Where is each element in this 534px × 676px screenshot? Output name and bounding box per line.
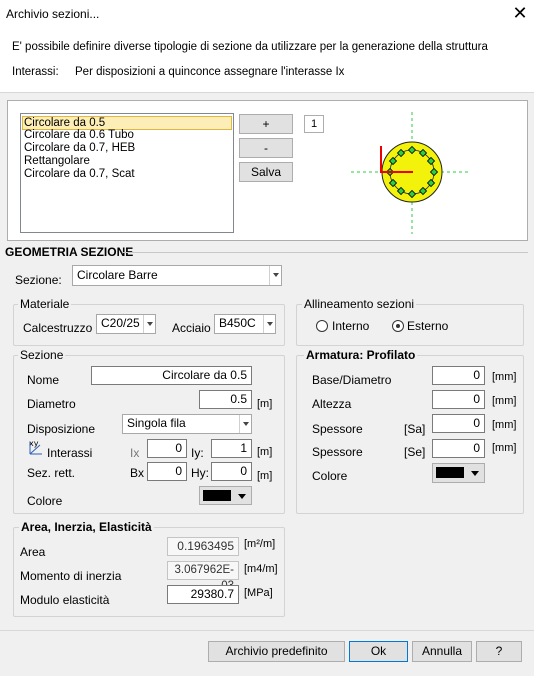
nome-label: Nome: [27, 373, 60, 387]
color-swatch: [203, 490, 231, 501]
hy-label: Hy:: [191, 466, 209, 480]
spessore-e-label: Spessore: [312, 445, 363, 459]
sezione-label: Sezione:: [15, 273, 62, 287]
info-header: [0, 30, 534, 92]
modulo-label: Modulo elasticità: [20, 593, 110, 607]
acciaio-select[interactable]: B450C: [214, 314, 276, 334]
sez-rett-unit: [m]: [257, 470, 273, 482]
bx-label: Bx: [130, 466, 145, 480]
list-item[interactable]: Circolare da 0.7, Scat: [23, 168, 135, 181]
geometria-divider: [123, 252, 528, 253]
list-item[interactable]: Rettangolare: [23, 155, 90, 168]
materiale-title: Materiale: [18, 297, 72, 311]
help-button[interactable]: ?: [476, 641, 522, 662]
cancel-button[interactable]: Annulla: [412, 641, 472, 662]
acciaio-value: B450C: [219, 316, 256, 330]
close-icon[interactable]: ✕: [510, 3, 530, 23]
sezione-color-picker[interactable]: [199, 486, 252, 505]
section-list[interactable]: Circolare da 0.5 Circolare da 0.6 Tubo C…: [20, 113, 234, 233]
ok-button[interactable]: Ok: [349, 641, 408, 662]
ix-label: Ix: [130, 446, 140, 460]
interassi-field-label: Interassi: [47, 446, 93, 460]
diametro-label: Diametro: [27, 397, 76, 411]
base-input[interactable]: 0: [432, 366, 485, 385]
spessore-e-input[interactable]: 0: [432, 439, 485, 458]
chevron-down-icon: [238, 494, 246, 499]
interassi-unit: [m]: [257, 446, 273, 458]
archivio-predefinito-button[interactable]: Archivio predefinito: [208, 641, 345, 662]
add-section-button[interactable]: +: [239, 114, 293, 134]
allineamento-title: Allineamento sezioni: [302, 297, 417, 311]
area-unit: [m²/m]: [244, 538, 276, 550]
area-group-title: Area, Inerzia, Elasticità: [19, 520, 154, 534]
momento-unit: [m4/m]: [244, 563, 278, 575]
spessore-a-label: Spessore: [312, 422, 363, 436]
modulo-input[interactable]: 29380.7: [167, 585, 239, 604]
spessore-e-tag: [Se]: [404, 445, 426, 459]
disposizione-select[interactable]: Singola fila: [122, 414, 252, 434]
spessore-a-input[interactable]: 0: [432, 414, 485, 433]
modulo-unit: [MPa]: [244, 587, 273, 599]
chevron-down-icon: [239, 415, 251, 433]
spessore-a-tag: [Sa]: [404, 422, 426, 436]
header-divider: [0, 92, 534, 93]
interassi-info: Per disposizioni a quinconce assegnare l…: [75, 66, 345, 78]
altezza-input[interactable]: 0: [432, 390, 485, 409]
base-label: Base/Diametro: [312, 373, 392, 387]
remove-section-button[interactable]: -: [239, 138, 293, 158]
interassi-label: Interassi:: [12, 66, 59, 78]
calcestruzzo-select[interactable]: C20/25: [96, 314, 156, 334]
sezione-group-title: Sezione: [18, 348, 66, 362]
armatura-colore-label: Colore: [312, 469, 348, 483]
save-section-button[interactable]: Salva: [239, 162, 293, 182]
hy-input[interactable]: 0: [211, 462, 252, 481]
iy-label: Iy:: [191, 446, 204, 460]
ix-input[interactable]: 0: [147, 439, 187, 458]
disposizione-value: Singola fila: [127, 416, 186, 430]
altezza-unit: [mm]: [492, 395, 517, 407]
chevron-down-icon: [471, 471, 479, 476]
area-label: Area: [20, 545, 46, 559]
section-preview: [351, 112, 471, 234]
altezza-label: Altezza: [312, 397, 352, 411]
acciaio-label: Acciaio: [172, 321, 211, 335]
bx-input[interactable]: 0: [147, 462, 187, 481]
interassi-icon: xy: [29, 439, 42, 455]
esterno-radio[interactable]: [392, 320, 404, 332]
diametro-unit: [m]: [257, 398, 273, 410]
spessore-a-unit: [mm]: [492, 419, 517, 431]
diametro-input[interactable]: 0.5: [199, 390, 252, 409]
calcestruzzo-label: Calcestruzzo: [23, 321, 93, 335]
footer-divider: [0, 630, 534, 631]
chevron-down-icon: [269, 266, 281, 285]
sez-rett-label: Sez. rett.: [27, 466, 76, 480]
window-title: Archivio sezioni...: [6, 7, 100, 21]
armatura-color-picker[interactable]: [432, 463, 485, 483]
chevron-down-icon: [143, 315, 155, 333]
iy-input[interactable]: 1: [211, 439, 252, 458]
sezione-select[interactable]: Circolare Barre: [72, 265, 282, 286]
interno-label: Interno: [332, 319, 370, 333]
calcestruzzo-value: C20/25: [101, 316, 140, 330]
colore-label: Colore: [27, 494, 63, 508]
momento-value: 3.067962E-03: [167, 561, 239, 592]
esterno-label: Esterno: [407, 319, 449, 333]
interno-radio[interactable]: [316, 320, 328, 332]
chevron-down-icon: [263, 315, 275, 333]
color-swatch: [436, 467, 464, 478]
base-unit: [mm]: [492, 371, 517, 383]
momento-label: Momento di inerzia: [20, 569, 122, 583]
disposizione-label: Disposizione: [27, 422, 96, 436]
list-item[interactable]: Circolare da 0.6 Tubo: [23, 129, 134, 142]
geometria-title: GEOMETRIA SEZIONE: [5, 245, 134, 259]
spessore-e-unit: [mm]: [492, 442, 517, 454]
sezione-select-value: Circolare Barre: [77, 268, 158, 282]
list-item[interactable]: Circolare da 0.7, HEB: [23, 142, 135, 155]
section-counter: 1: [304, 115, 324, 133]
area-value: 0.1963495: [167, 537, 239, 556]
list-item[interactable]: Circolare da 0.5: [22, 116, 232, 130]
armatura-title: Armatura: Profilato: [304, 348, 418, 362]
info-line: E' possibile definire diverse tipologie …: [12, 41, 488, 53]
nome-input[interactable]: Circolare da 0.5: [91, 366, 252, 385]
